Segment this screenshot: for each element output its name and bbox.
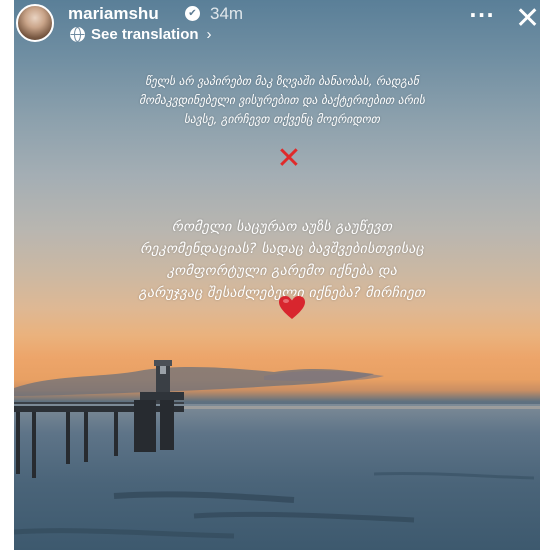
caption-bottom-line: კომფორტული გარემო იქნება და [166,263,398,279]
caption-top-line: წელს არ ვაპირებთ მაკ ზღვაში ბანაობას, რა… [145,74,419,88]
caption-bottom-line: რეკომენდაციას? სადაც ბავშვებისთვისაც [140,241,424,257]
see-translation-label: See translation [91,25,199,43]
pier-lighthouse [14,360,184,478]
see-translation-button[interactable]: See translation › [70,24,212,44]
chevron-right-icon: › [206,25,212,43]
post-time: 34m [210,4,244,23]
caption-top-line: მომაკვდინებელი ვისურებით და ბაქტერიებით … [139,93,425,107]
close-button[interactable]: ✕ [515,4,540,34]
globe-icon [70,26,85,42]
caption-top: წელს არ ვაპირებთ მაკ ზღვაში ბანაობას, რა… [54,72,510,129]
avatar[interactable] [16,4,54,42]
red-heart-icon [279,296,305,319]
caption-bottom: რომელი საცურაო აუზს გაუწევთ რეკომენდაცია… [54,216,510,304]
caption-bottom-line: რომელი საცურაო აუზს გაუწევთ [171,219,393,235]
red-cross-icon: ✕ [276,141,302,176]
story-frame: mariamshu ✔ 34m See translation › ··· ✕ … [14,0,540,550]
story-header: mariamshu ✔ 34m See translation › ··· ✕ [14,0,540,46]
more-options-button[interactable]: ··· [468,5,496,28]
caption-top-line: სავსე, გირჩევთ თქვენც მოერიდოთ [183,112,381,126]
username[interactable]: mariamshu [68,4,159,24]
verified-badge-icon: ✔ [185,6,200,21]
